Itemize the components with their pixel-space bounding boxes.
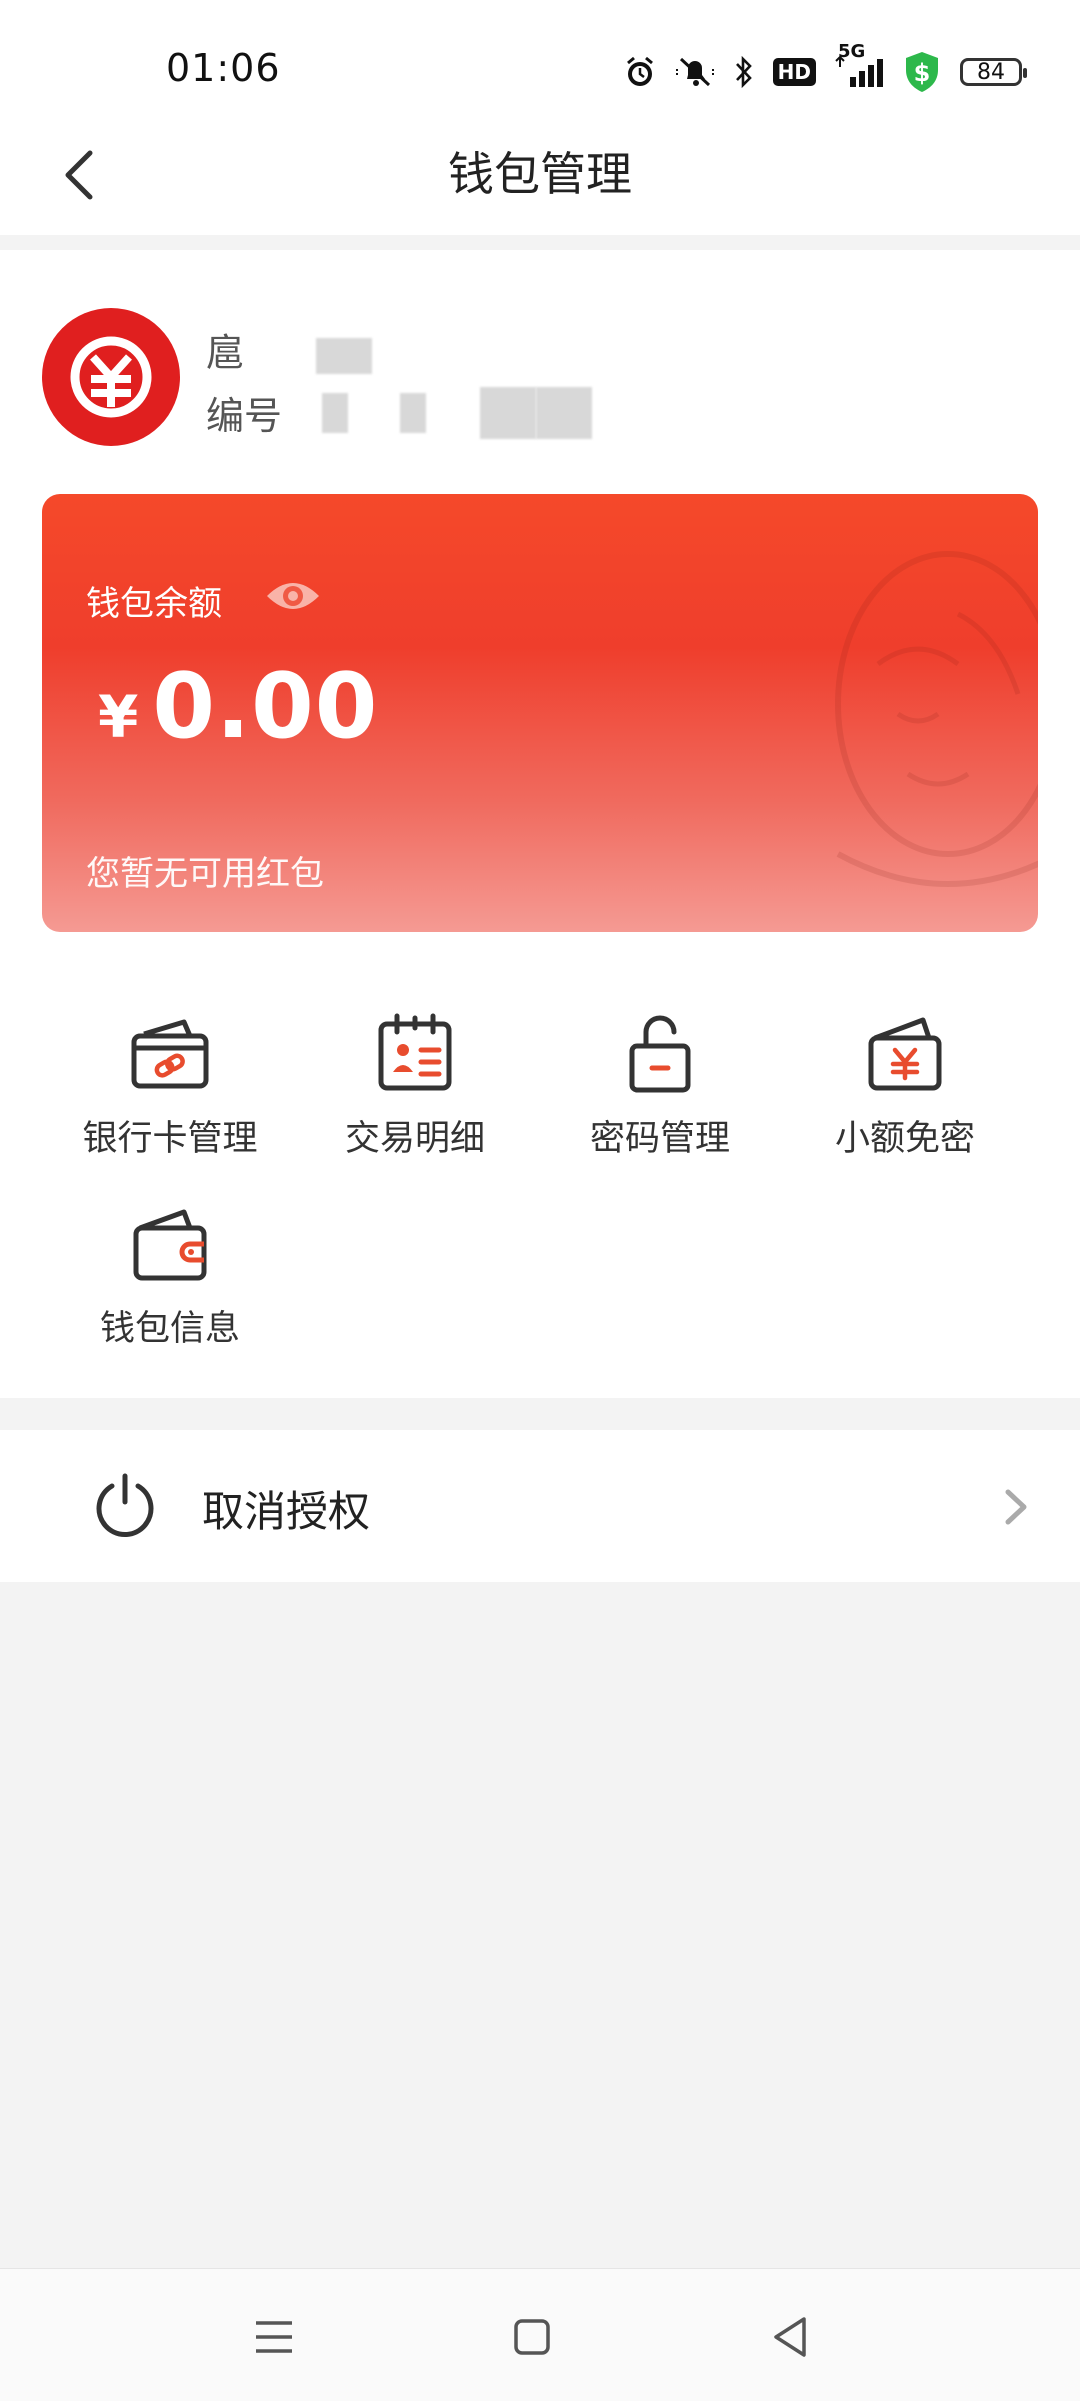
action-label: 银行卡管理 [82, 1119, 258, 1159]
transaction-details-button[interactable]: 交易明细 [295, 1002, 535, 1172]
small-amount-password-free-button[interactable]: 小额免密 [785, 1002, 1025, 1172]
network-type: 5G [838, 41, 866, 62]
owner-name-text: 扈 [206, 331, 245, 375]
menu-icon [256, 2321, 292, 2353]
wallet-info-button[interactable]: 钱包信息 [50, 1192, 290, 1362]
home-button[interactable] [502, 2309, 562, 2365]
toggle-balance-visibility-button[interactable] [264, 576, 322, 616]
hd-icon: HD [772, 58, 816, 86]
page-title: 钱包管理 [448, 147, 632, 201]
portrait-watermark [835, 551, 1038, 887]
unlock-icon [629, 1015, 691, 1093]
transaction-calendar-icon [378, 1013, 452, 1091]
wallet-id: 编号 [206, 385, 593, 440]
wallet-icon [133, 1209, 207, 1281]
alarm-icon [623, 55, 657, 89]
action-label: 小额免密 [834, 1119, 975, 1159]
signal-icon: 5G [834, 41, 884, 89]
redacted-id [322, 392, 349, 433]
redacted-id [536, 386, 593, 439]
wallet-section: 扈 编号 钱包余额 ¥ 0.00 您暂无可用红包 银行卡管理 交易明细 密码管理… [0, 250, 1080, 1398]
bank-card-management-button[interactable]: 银行卡管理 [50, 1002, 290, 1172]
system-nav-bar [0, 2268, 1080, 2401]
mute-icon [675, 55, 715, 89]
eye-icon [267, 583, 319, 609]
redacted-id [480, 386, 537, 439]
chevron-right-icon [1005, 1489, 1027, 1525]
system-back-button[interactable] [760, 2309, 820, 2365]
wallet-id-label: 编号 [206, 394, 283, 438]
redacted-id [400, 392, 427, 433]
yuan-wallet-icon [868, 1017, 942, 1091]
wallet-owner-name: 扈 [206, 322, 373, 377]
battery-icon: 84 [960, 58, 1027, 86]
cancel-authorization-row[interactable]: 取消授权 [0, 1430, 1080, 1582]
home-square-icon [514, 2319, 550, 2355]
currency-symbol: ¥ [98, 683, 139, 751]
digital-yuan-icon [42, 308, 180, 446]
balance-card: 钱包余额 ¥ 0.00 您暂无可用红包 [42, 494, 1038, 932]
action-label: 钱包信息 [99, 1309, 240, 1349]
status-bar: 01:06 HD 5G $ 84 [0, 0, 1080, 140]
menu-button[interactable] [244, 2309, 304, 2365]
password-management-button[interactable]: 密码管理 [540, 1002, 780, 1172]
bank-card-link-icon [131, 1019, 209, 1089]
action-label: 密码管理 [589, 1119, 730, 1159]
shield-dollar-icon: $ [902, 50, 942, 94]
status-icons: HD 5G $ 84 [623, 41, 1027, 96]
balance-value: 0.00 [152, 654, 379, 759]
bluetooth-icon [733, 55, 755, 89]
header: 钱包管理 [0, 120, 1080, 235]
svg-text:$: $ [914, 59, 931, 87]
status-time: 01:06 [166, 46, 281, 90]
balance-amount: ¥ 0.00 [98, 654, 378, 759]
cancel-authorization-label: 取消授权 [202, 1487, 371, 1536]
action-label: 交易明细 [344, 1119, 485, 1159]
battery-level: 84 [977, 59, 1005, 85]
back-triangle-icon [774, 2317, 806, 2357]
redacted-name [316, 337, 373, 374]
power-icon [96, 1473, 154, 1537]
redpacket-status: 您暂无可用红包 [86, 854, 324, 894]
balance-label: 钱包余额 [86, 584, 222, 624]
